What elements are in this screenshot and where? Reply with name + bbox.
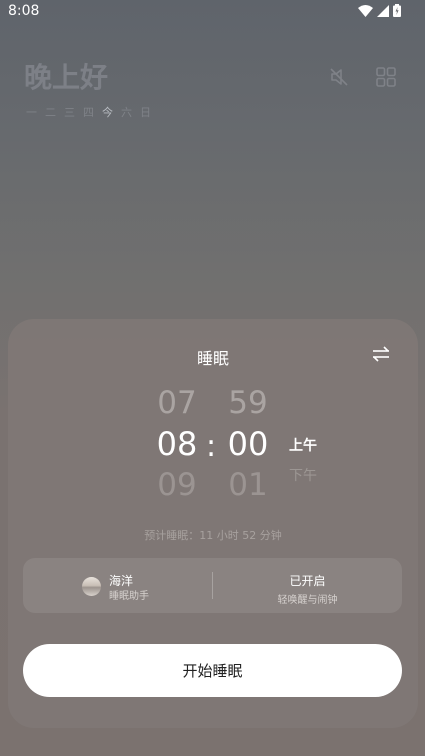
minute-next[interactable]: 01	[218, 467, 278, 503]
time-separator: :	[206, 429, 217, 464]
sheet-title: 睡眠	[196, 349, 229, 368]
sound-subtitle: 睡眠助手	[109, 591, 149, 602]
period-other[interactable]: 下午	[289, 465, 317, 485]
time-picker[interactable]: 07 08 09 : 59 00 01 上午 下午	[8, 385, 418, 505]
weekday-item: 一	[26, 106, 37, 119]
background-header: 晚上好 一 二 三 四 今 六 日	[0, 40, 425, 120]
weekday-item: 二	[45, 106, 56, 119]
hour-next[interactable]: 09	[147, 467, 207, 503]
minute-prev[interactable]: 59	[218, 385, 278, 421]
alarm-subtitle: 轻唤醒与闹钟	[277, 595, 338, 606]
alarm-option[interactable]: 已开启 轻唤醒与闹钟	[213, 572, 402, 606]
status-icons	[358, 4, 401, 17]
weekday-item: 六	[121, 106, 132, 119]
sleep-estimate: 预计睡眠：11 小时 52 分钟	[144, 529, 282, 542]
weekday-item: 日	[140, 106, 151, 119]
sleep-options-card: 海洋 睡眠助手 已开启 轻唤醒与闹钟	[23, 558, 402, 613]
greeting-title: 晚上好	[24, 61, 109, 94]
hour-selected[interactable]: 08	[147, 425, 207, 463]
status-time: 8:08	[8, 3, 40, 19]
alarm-title: 已开启	[289, 574, 326, 588]
start-sleep-button[interactable]: 开始睡眠	[23, 644, 402, 697]
ocean-sound-icon	[82, 577, 101, 596]
wifi-icon	[358, 4, 373, 17]
battery-icon	[393, 4, 401, 17]
weekday-item: 三	[64, 106, 75, 119]
cellular-signal-icon	[377, 4, 389, 17]
weekday-item: 四	[83, 106, 94, 119]
settings-adjust-icon[interactable]	[372, 346, 390, 362]
weekday-strip: 一 二 三 四 今 六 日	[26, 104, 151, 120]
minute-selected[interactable]: 00	[218, 425, 278, 463]
sleep-bottom-sheet: 睡眠 07 08 09 : 59 00 01 上午 下午 预计睡眠：11 小时 …	[8, 319, 418, 728]
weekday-item-today: 今	[102, 106, 113, 119]
grid-icon[interactable]	[375, 66, 397, 88]
mute-icon[interactable]	[328, 66, 350, 88]
period-selected[interactable]: 上午	[289, 435, 317, 455]
hour-prev[interactable]: 07	[147, 385, 207, 421]
status-bar: 8:08	[0, 0, 425, 24]
sound-option[interactable]: 海洋 睡眠助手	[23, 558, 212, 613]
navigation-bar	[0, 738, 425, 756]
